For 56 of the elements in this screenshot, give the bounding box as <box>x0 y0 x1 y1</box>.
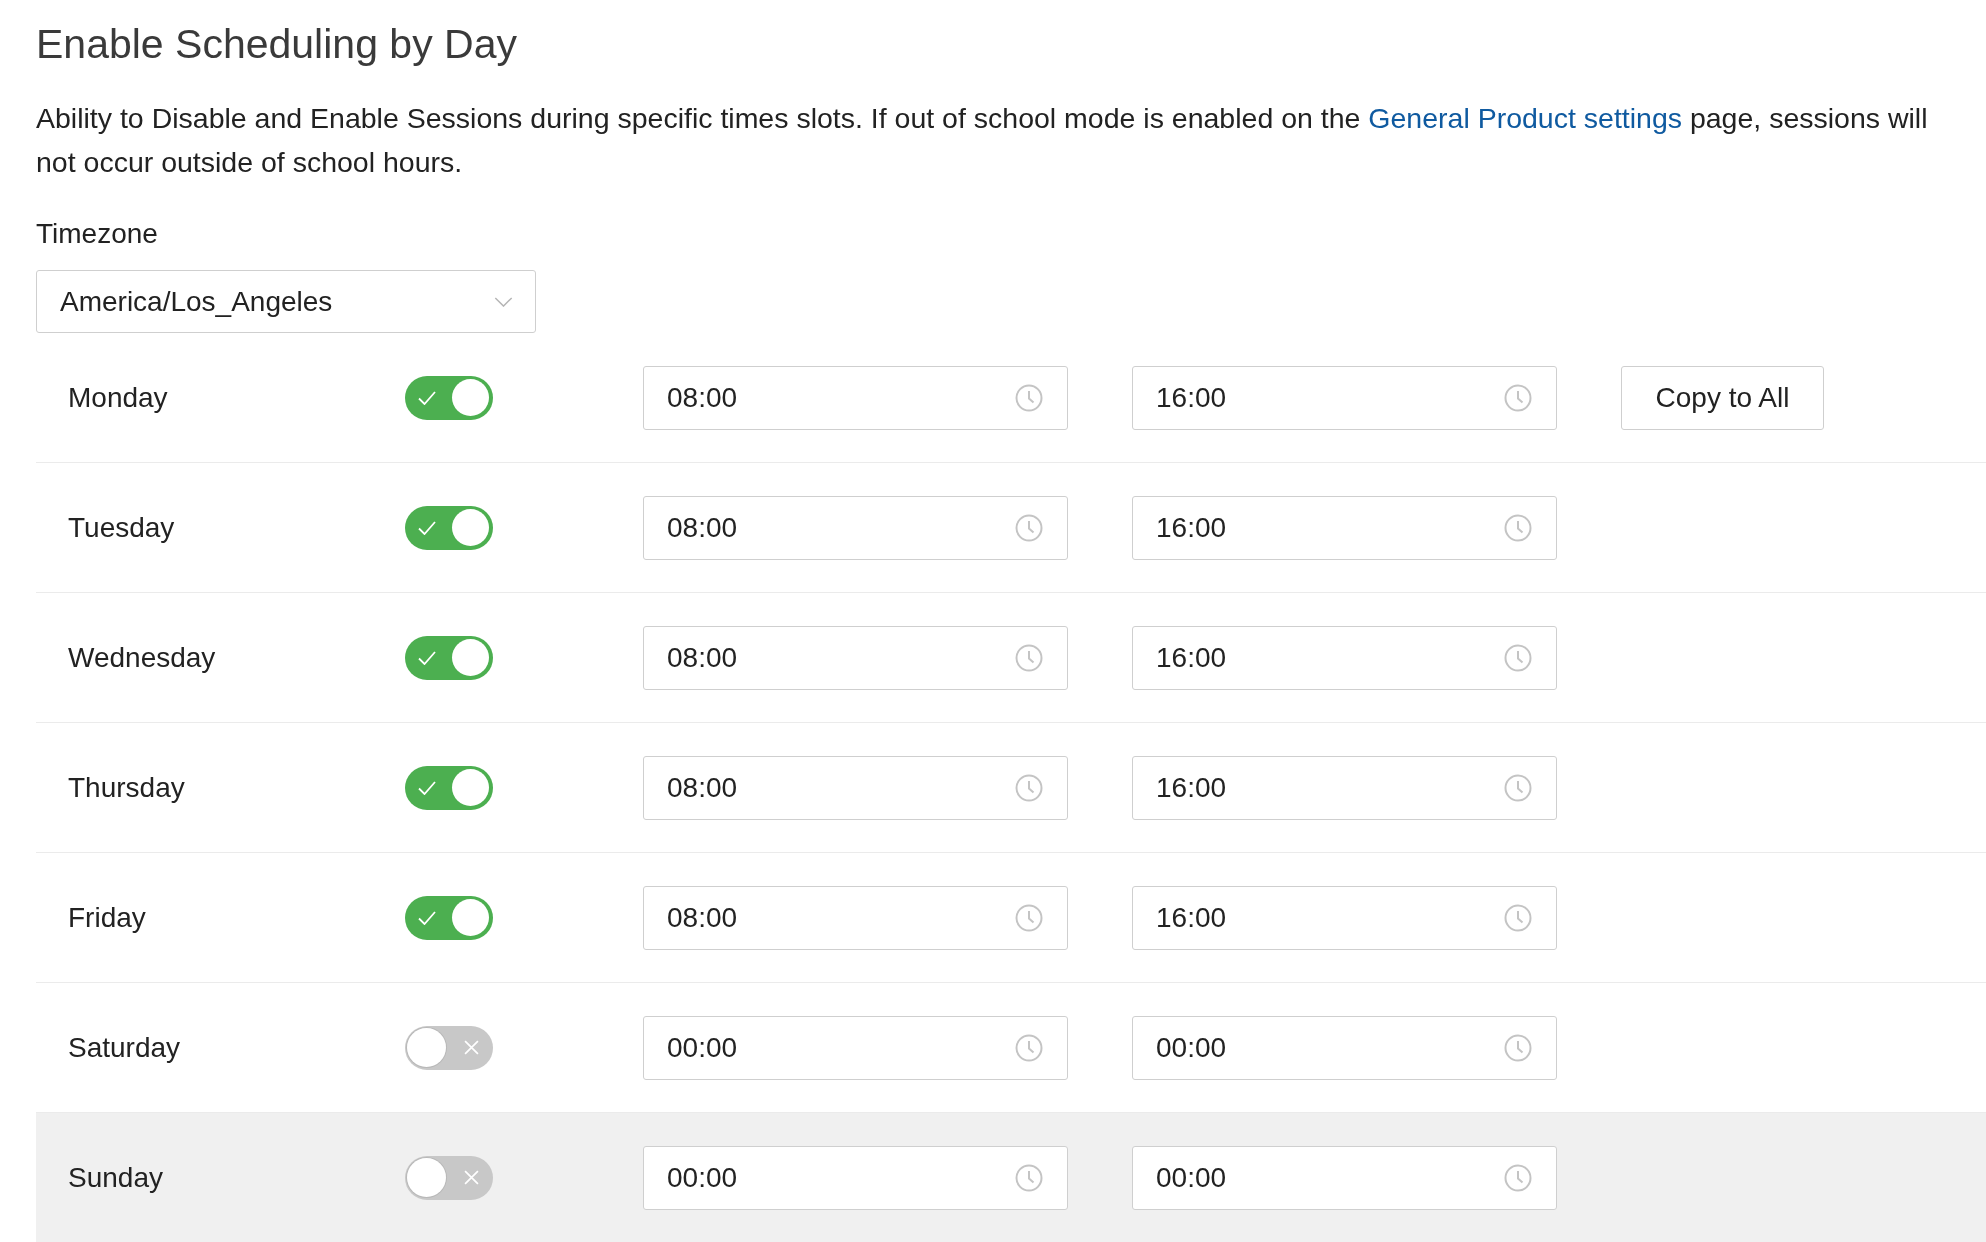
toggle-switch[interactable] <box>405 1025 493 1070</box>
start-time-field[interactable]: 00:00 <box>643 1145 1068 1210</box>
clock-icon <box>1015 773 1043 802</box>
settings-link[interactable]: General Product settings <box>1368 102 1682 134</box>
toggle-switch[interactable] <box>405 635 493 680</box>
end-time-field[interactable]: 16:00 <box>1132 495 1557 560</box>
toggle-switch[interactable] <box>405 765 493 810</box>
end-time-field[interactable]: 16:00 <box>1132 625 1557 690</box>
check-icon <box>418 390 436 405</box>
clock-icon <box>1015 513 1043 542</box>
chevron-down-icon <box>494 296 513 307</box>
description-text: Ability to Disable and Enable Sessions during specific times slots. If out of school mode is enabled on the General Product settings page, sessions will not occur outside of school hours. <box>36 101 1929 180</box>
start-time-field[interactable]: 08:00 <box>643 625 1068 690</box>
day-label: Sunday <box>68 1161 163 1194</box>
day-label: Monday <box>68 381 168 414</box>
start-time-field[interactable]: 08:00 <box>643 365 1068 430</box>
start-time-field[interactable]: 08:00 <box>643 755 1068 820</box>
end-time-field[interactable]: 16:00 <box>1132 365 1557 430</box>
check-icon <box>418 910 436 925</box>
start-time-field[interactable]: 08:00 <box>643 495 1068 560</box>
end-time-field[interactable]: 16:00 <box>1132 885 1557 950</box>
clock-icon <box>1015 903 1043 932</box>
check-icon <box>418 520 436 535</box>
day-label: Friday <box>68 901 146 934</box>
check-icon <box>418 650 436 665</box>
end-time-field[interactable]: 00:00 <box>1132 1145 1557 1210</box>
clock-icon <box>1504 773 1532 802</box>
clock-icon <box>1504 903 1532 932</box>
start-time-field[interactable]: 08:00 <box>643 885 1068 950</box>
day-label: Thursday <box>68 771 185 804</box>
page-title: Enable Scheduling by Day <box>36 20 517 69</box>
x-icon <box>464 1040 479 1055</box>
start-time-field[interactable]: 00:00 <box>643 1015 1068 1080</box>
clock-icon <box>1504 1163 1532 1192</box>
clock-icon <box>1504 1033 1532 1062</box>
check-icon <box>418 780 436 795</box>
toggle-switch[interactable] <box>405 505 493 550</box>
timezone-label: Timezone <box>36 217 158 251</box>
end-time-field[interactable]: 00:00 <box>1132 1015 1557 1080</box>
end-time-field[interactable]: 16:00 <box>1132 755 1557 820</box>
clock-icon <box>1504 383 1532 412</box>
toggle-switch[interactable] <box>405 895 493 940</box>
clock-icon <box>1015 1033 1043 1062</box>
toggle-switch[interactable] <box>405 1155 493 1200</box>
clock-icon <box>1015 383 1043 412</box>
day-label: Wednesday <box>68 641 216 674</box>
clock-icon <box>1015 643 1043 672</box>
day-label: Saturday <box>68 1031 181 1064</box>
copy-to-all-button[interactable]: Copy to All <box>1621 365 1824 430</box>
clock-icon <box>1015 1163 1043 1192</box>
timezone-select[interactable]: America/Los_Angeles <box>36 270 536 333</box>
x-icon <box>464 1170 479 1185</box>
clock-icon <box>1504 643 1532 672</box>
clock-icon <box>1504 513 1532 542</box>
toggle-switch[interactable] <box>405 375 493 420</box>
day-label: Tuesday <box>68 511 175 544</box>
